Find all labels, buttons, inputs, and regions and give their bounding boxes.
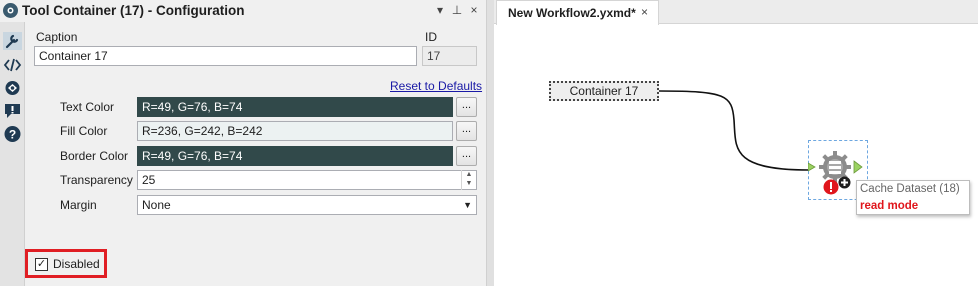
container-caption: Container 17 bbox=[569, 84, 639, 98]
help-icon[interactable]: ? bbox=[3, 125, 22, 143]
disabled-label: Disabled bbox=[53, 257, 100, 271]
configuration-form: Caption Container 17 ID 17 Reset to Defa… bbox=[25, 22, 486, 286]
text-color-label: Text Color bbox=[60, 100, 115, 114]
margin-label: Margin bbox=[60, 198, 97, 212]
pin-icon[interactable]: ⊥ bbox=[449, 2, 465, 19]
comment-icon[interactable] bbox=[3, 102, 22, 120]
fill-color-browse-button[interactable]: ... bbox=[456, 121, 477, 141]
disabled-highlight-box: ✓ Disabled bbox=[25, 249, 107, 278]
text-color-browse-button[interactable]: ... bbox=[456, 97, 477, 117]
spin-up-icon[interactable]: ▲ bbox=[462, 170, 476, 179]
error-badge-icon bbox=[823, 179, 839, 195]
caption-input[interactable]: Container 17 bbox=[34, 46, 417, 66]
svg-text:?: ? bbox=[9, 128, 16, 142]
border-color-browse-button[interactable]: ... bbox=[456, 146, 477, 166]
transparency-input[interactable]: 25 bbox=[137, 170, 477, 190]
code-icon[interactable] bbox=[3, 56, 22, 74]
workflow-canvas[interactable]: New Workflow2.yxmd* × Container 17 Cache… bbox=[494, 0, 978, 286]
side-rail: ? bbox=[0, 22, 25, 286]
tool-container-17[interactable]: Container 17 bbox=[549, 81, 659, 101]
connection-wire bbox=[658, 90, 810, 171]
navigate-icon[interactable] bbox=[3, 79, 22, 97]
transparency-label: Transparency bbox=[60, 173, 133, 187]
tooltip-title: Cache Dataset (18) bbox=[860, 183, 960, 195]
caption-label: Caption bbox=[36, 30, 78, 44]
spin-down-icon[interactable]: ▼ bbox=[462, 179, 476, 188]
panel-title: Tool Container (17) - Configuration bbox=[22, 3, 245, 18]
wrench-icon[interactable] bbox=[3, 32, 22, 50]
configuration-panel: Tool Container (17) - Configuration ▾ ⊥ … bbox=[0, 0, 486, 286]
id-field: 17 bbox=[422, 46, 477, 66]
border-color-field[interactable]: R=49, G=76, B=74 bbox=[137, 146, 453, 166]
panel-title-bar: Tool Container (17) - Configuration ▾ ⊥ … bbox=[0, 0, 486, 22]
id-label: ID bbox=[425, 30, 437, 44]
dropdown-arrow-icon[interactable]: ▾ bbox=[432, 2, 448, 19]
fill-color-label: Fill Color bbox=[60, 124, 108, 138]
margin-selected-value: None bbox=[142, 198, 171, 212]
margin-select[interactable]: None ▼ bbox=[137, 195, 477, 215]
add-plus-icon[interactable] bbox=[838, 176, 851, 189]
tool-tooltip: Cache Dataset (18) read mode bbox=[856, 180, 970, 215]
chevron-down-icon: ▼ bbox=[463, 200, 472, 210]
close-icon[interactable]: × bbox=[466, 2, 482, 19]
tooltip-status: read mode bbox=[860, 200, 919, 212]
transparency-value: 25 bbox=[142, 173, 156, 187]
app-logo-icon bbox=[3, 3, 18, 18]
panel-splitter[interactable] bbox=[486, 0, 494, 286]
disabled-checkbox[interactable]: ✓ bbox=[35, 258, 48, 271]
transparency-spinner[interactable]: ▲ ▼ bbox=[461, 170, 476, 190]
fill-color-field[interactable]: R=236, G=242, B=242 bbox=[137, 121, 453, 141]
reset-to-defaults-link[interactable]: Reset to Defaults bbox=[390, 79, 482, 93]
border-color-label: Border Color bbox=[60, 149, 129, 163]
text-color-field[interactable]: R=49, G=76, B=74 bbox=[137, 97, 453, 117]
